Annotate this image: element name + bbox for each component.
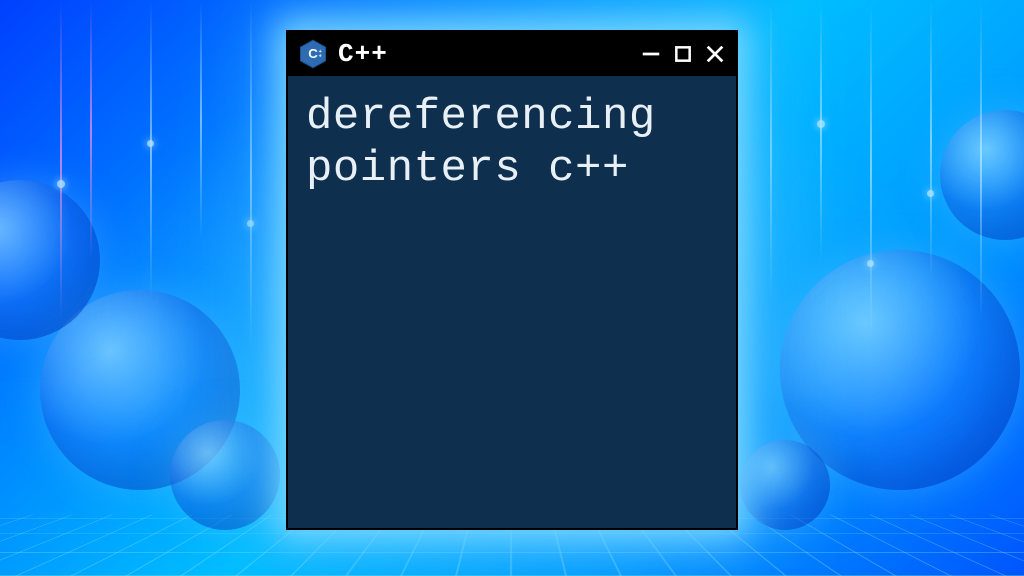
circuit-node — [57, 180, 65, 188]
circuit-line — [770, 0, 772, 300]
circuit-line — [150, 0, 152, 300]
sphere-decor — [170, 420, 280, 530]
circuit-node — [247, 220, 254, 227]
circuit-line — [200, 0, 202, 240]
terminal-text-line: dereferencing — [306, 92, 656, 142]
svg-text:C: C — [308, 46, 318, 61]
terminal-text-line: pointers c++ — [306, 144, 629, 194]
circuit-node — [147, 140, 154, 147]
terminal-window: C + + C++ dereferencing pointers c++ — [286, 30, 738, 530]
circuit-line — [930, 0, 932, 280]
sphere-decor — [740, 440, 830, 530]
minimize-button[interactable] — [640, 43, 662, 65]
sphere-decor — [940, 110, 1024, 240]
cpp-hexagon-icon: C + + — [298, 39, 328, 69]
circuit-line — [90, 0, 92, 260]
circuit-node — [927, 190, 934, 197]
circuit-node — [867, 260, 874, 267]
close-button[interactable] — [704, 43, 726, 65]
circuit-line — [980, 0, 982, 320]
maximize-button[interactable] — [672, 43, 694, 65]
window-title: C++ — [338, 39, 630, 69]
window-controls — [640, 43, 726, 65]
circuit-line — [60, 0, 62, 320]
terminal-body[interactable]: dereferencing pointers c++ — [288, 76, 736, 528]
circuit-line — [820, 0, 822, 260]
svg-text:+: + — [319, 54, 322, 60]
titlebar[interactable]: C + + C++ — [288, 32, 736, 76]
circuit-node — [817, 120, 825, 128]
circuit-line — [870, 0, 872, 340]
circuit-line — [250, 0, 252, 350]
